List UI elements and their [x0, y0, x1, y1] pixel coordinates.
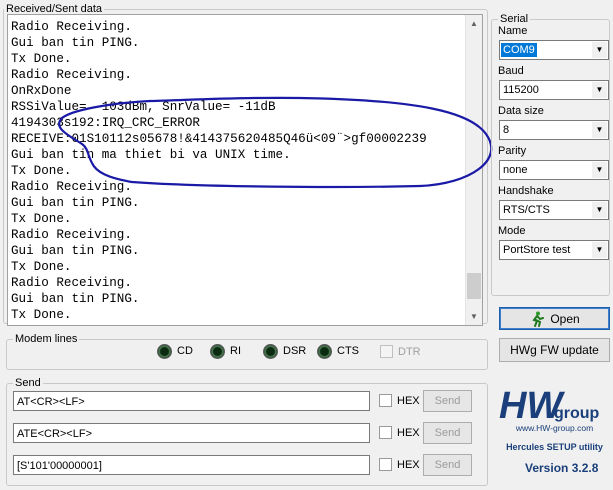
chevron-down-icon[interactable]: ▼ [592, 162, 607, 178]
send-button-3[interactable]: Send [423, 454, 472, 476]
hex-checkbox-3[interactable]: HEX [379, 458, 420, 471]
chevron-down-icon[interactable]: ▼ [592, 242, 607, 258]
hex-checkbox-2[interactable]: HEX [379, 426, 420, 439]
open-button-label: Open [550, 311, 580, 326]
port-name-value: COM9 [501, 43, 537, 57]
hex-checkbox-box[interactable] [379, 394, 392, 407]
received-line: Tx Done. [11, 260, 72, 274]
received-data-text: Radio Receiving. Gui ban tin PING. Tx Done… [11, 19, 466, 323]
received-line: Radio Receiving. [11, 228, 132, 242]
hex-label: HEX [397, 394, 420, 407]
led-indicator-icon [157, 343, 172, 359]
send-title: Send [15, 377, 41, 389]
chevron-down-icon[interactable]: ▼ [592, 202, 607, 218]
received-line: Radio Receiving. [11, 20, 132, 34]
led-cd-label: CD [177, 345, 193, 357]
chevron-down-icon[interactable]: ▼ [592, 122, 607, 138]
led-cts-label: CTS [337, 345, 359, 357]
received-line: Tx Done. [11, 308, 72, 322]
chevron-down-icon[interactable]: ▼ [592, 42, 607, 58]
logo-url: www.HW-group.com [515, 423, 594, 433]
received-line: Radio Receiving. [11, 276, 132, 290]
received-data-textarea[interactable]: Radio Receiving. Gui ban tin PING. Tx Done… [7, 14, 483, 326]
handshake-value: RTS/CTS [503, 204, 550, 216]
mode-value: PortStore test [503, 244, 571, 256]
logo-tagline: Hercules SETUP utility [506, 442, 603, 452]
scroll-down-arrow-icon[interactable]: ▼ [466, 308, 482, 325]
received-line: Gui ban tin PING. [11, 196, 140, 210]
open-button[interactable]: Open [499, 307, 610, 330]
received-line: 4194303s192:IRQ_CRC_ERROR [11, 116, 200, 130]
mode-label: Mode [498, 225, 526, 237]
scroll-up-arrow-icon[interactable]: ▲ [466, 15, 482, 32]
version-label: Version 3.2.8 [525, 461, 599, 475]
led-indicator-icon [210, 343, 225, 359]
received-line: Gui ban tin PING. [11, 292, 140, 306]
name-label: Name [498, 25, 528, 37]
hex-checkbox-box[interactable] [379, 458, 392, 471]
received-line: Tx Done. [11, 164, 72, 178]
received-line: RECEIVE:01S10112s05678!&414375620485Q46ü… [11, 132, 427, 146]
received-line: Tx Done. [11, 52, 72, 66]
scrollbar-thumb[interactable] [467, 273, 481, 299]
hex-checkbox-box[interactable] [379, 426, 392, 439]
send-button-2[interactable]: Send [423, 422, 472, 444]
received-line: Radio Receiving. [11, 180, 132, 194]
hex-label: HEX [397, 458, 420, 471]
baud-label: Baud [498, 65, 524, 77]
dtr-checkbox: DTR [380, 345, 421, 358]
mode-select[interactable]: PortStore test ▼ [499, 240, 609, 260]
received-line: Gui ban tin PING. [11, 36, 140, 50]
send-input-3[interactable]: [S'101'00000001] [13, 455, 370, 475]
logo-brand-sub: group [554, 405, 600, 422]
parity-label: Parity [498, 145, 527, 157]
send-input-1[interactable]: AT<CR><LF> [13, 391, 370, 411]
modem-lines-title: Modem lines [15, 333, 78, 345]
dtr-checkbox-box [380, 345, 393, 358]
led-cd: CD [157, 343, 193, 359]
received-line: Radio Receiving. [11, 68, 132, 82]
parity-select[interactable]: none ▼ [499, 160, 609, 180]
serial-title: Serial [500, 13, 529, 25]
data-size-label: Data size [498, 105, 544, 117]
fw-update-button[interactable]: HWg FW update [499, 338, 610, 362]
led-dsr: DSR [263, 343, 306, 359]
received-line: RSSiValue= -103dBm, SnrValue= -11dB [11, 100, 276, 114]
dtr-label: DTR [398, 345, 421, 358]
port-name-select[interactable]: COM9 ▼ [499, 40, 609, 60]
received-line: OnRxDone [11, 84, 72, 98]
led-indicator-icon [263, 343, 278, 359]
handshake-select[interactable]: RTS/CTS ▼ [499, 200, 609, 220]
received-line: Tx Done. [11, 212, 72, 226]
received-scrollbar[interactable]: ▲ ▼ [465, 15, 482, 325]
running-man-icon [532, 311, 545, 327]
received-line: Gui ban tin ma thiet bi va UNIX time. [11, 148, 291, 162]
data-size-select[interactable]: 8 ▼ [499, 120, 609, 140]
led-cts: CTS [317, 343, 359, 359]
led-indicator-icon [317, 343, 332, 359]
hex-checkbox-1[interactable]: HEX [379, 394, 420, 407]
led-ri-label: RI [230, 345, 241, 357]
baud-value: 115200 [503, 84, 539, 96]
send-button-1[interactable]: Send [423, 390, 472, 412]
hex-label: HEX [397, 426, 420, 439]
led-dsr-label: DSR [283, 345, 307, 357]
send-input-2[interactable]: ATE<CR><LF> [13, 423, 370, 443]
chevron-down-icon[interactable]: ▼ [592, 82, 607, 98]
parity-value: none [503, 164, 528, 176]
led-ri: RI [210, 343, 241, 359]
handshake-label: Handshake [498, 185, 554, 197]
baud-select[interactable]: 115200 ▼ [499, 80, 609, 100]
data-size-value: 8 [503, 124, 510, 136]
received-line: Gui ban tin PING. [11, 244, 140, 258]
